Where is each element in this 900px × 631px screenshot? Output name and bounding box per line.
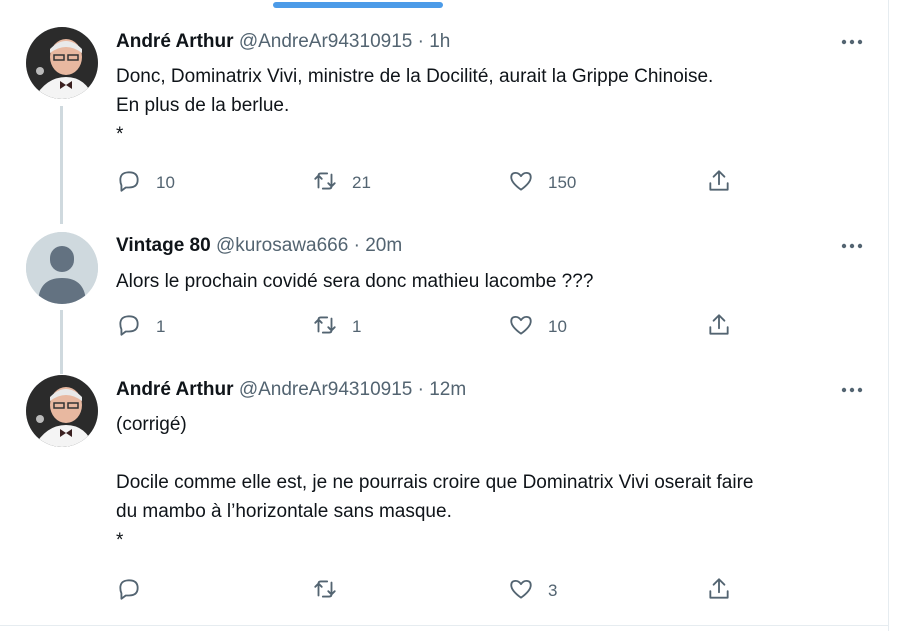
separator: ·	[353, 235, 360, 256]
like-button[interactable]: 150	[508, 170, 576, 196]
tweet-actions: 10 21 150	[116, 168, 756, 199]
timestamp[interactable]: 20m	[365, 235, 402, 256]
author-handle[interactable]: @AndreAr94310915	[239, 379, 413, 400]
retweet-count: 21	[352, 173, 371, 192]
share-icon	[706, 312, 732, 343]
author-handle[interactable]: @kurosawa666	[216, 235, 348, 256]
author-name[interactable]: Vintage 80	[116, 235, 211, 256]
timestamp[interactable]: 1h	[429, 31, 450, 52]
reply-count: 10	[156, 173, 175, 192]
share-icon	[706, 168, 732, 199]
timestamp[interactable]: 12m	[429, 379, 466, 400]
tweet-text: Donc, Dominatrix Vivi, ministre de la Do…	[116, 66, 714, 145]
author-name[interactable]: André Arthur	[116, 379, 234, 400]
reply-button[interactable]: 10	[116, 170, 175, 196]
thread-line	[60, 310, 63, 374]
retweet-icon	[312, 576, 338, 607]
separator: ·	[417, 31, 424, 52]
avatar[interactable]	[26, 375, 98, 447]
reply-icon	[116, 312, 142, 343]
share-button[interactable]	[706, 312, 732, 343]
like-count: 10	[548, 317, 567, 336]
heart-icon	[508, 312, 534, 343]
author-name[interactable]: André Arthur	[116, 31, 234, 52]
like-button[interactable]: 10	[508, 314, 567, 340]
retweet-button[interactable]	[312, 578, 352, 604]
like-button[interactable]: 3	[508, 578, 557, 604]
tweet[interactable]: André Arthur @AndreAr94310915 · 1h Donc,…	[0, 0, 888, 230]
retweet-button[interactable]: 21	[312, 170, 371, 196]
retweet-button[interactable]: 1	[312, 314, 361, 340]
thread-line	[60, 106, 63, 224]
tweet-text: Alors le prochain covidé sera donc mathi…	[116, 271, 594, 292]
reply-count: 1	[156, 317, 166, 336]
reply-button[interactable]: 1	[116, 314, 165, 340]
tweet-header: André Arthur @AndreAr94310915 · 12m	[116, 379, 466, 401]
heart-icon	[508, 576, 534, 607]
avatar[interactable]	[26, 27, 98, 99]
more-icon[interactable]	[838, 32, 866, 52]
tweet-actions: 3	[116, 576, 756, 607]
tweet-text: (corrigé) Docile comme elle est, je ne p…	[116, 414, 754, 551]
tweet-header: André Arthur @AndreAr94310915 · 1h	[116, 31, 450, 53]
retweet-icon	[312, 312, 338, 343]
reply-button[interactable]	[116, 578, 156, 604]
share-icon	[706, 576, 732, 607]
separator: ·	[417, 379, 424, 400]
tweet-header: Vintage 80 @kurosawa666 · 20m	[116, 235, 402, 257]
heart-icon	[508, 168, 534, 199]
like-count: 3	[548, 581, 558, 600]
tweet[interactable]: André Arthur @AndreAr94310915 · 12m (cor…	[0, 370, 888, 625]
more-icon[interactable]	[838, 236, 866, 256]
reply-icon	[116, 168, 142, 199]
share-button[interactable]	[706, 168, 732, 199]
tweet[interactable]: Vintage 80 @kurosawa666 · 20m Alors le p…	[0, 230, 888, 374]
divider	[0, 625, 889, 626]
reply-icon	[116, 576, 142, 607]
like-count: 150	[548, 173, 577, 192]
retweet-count: 1	[352, 317, 362, 336]
avatar[interactable]	[26, 232, 98, 304]
author-handle[interactable]: @AndreAr94310915	[239, 31, 413, 52]
divider	[888, 0, 889, 631]
retweet-icon	[312, 168, 338, 199]
more-icon[interactable]	[838, 380, 866, 400]
tweet-actions: 1 1 10	[116, 312, 756, 343]
share-button[interactable]	[706, 576, 732, 607]
